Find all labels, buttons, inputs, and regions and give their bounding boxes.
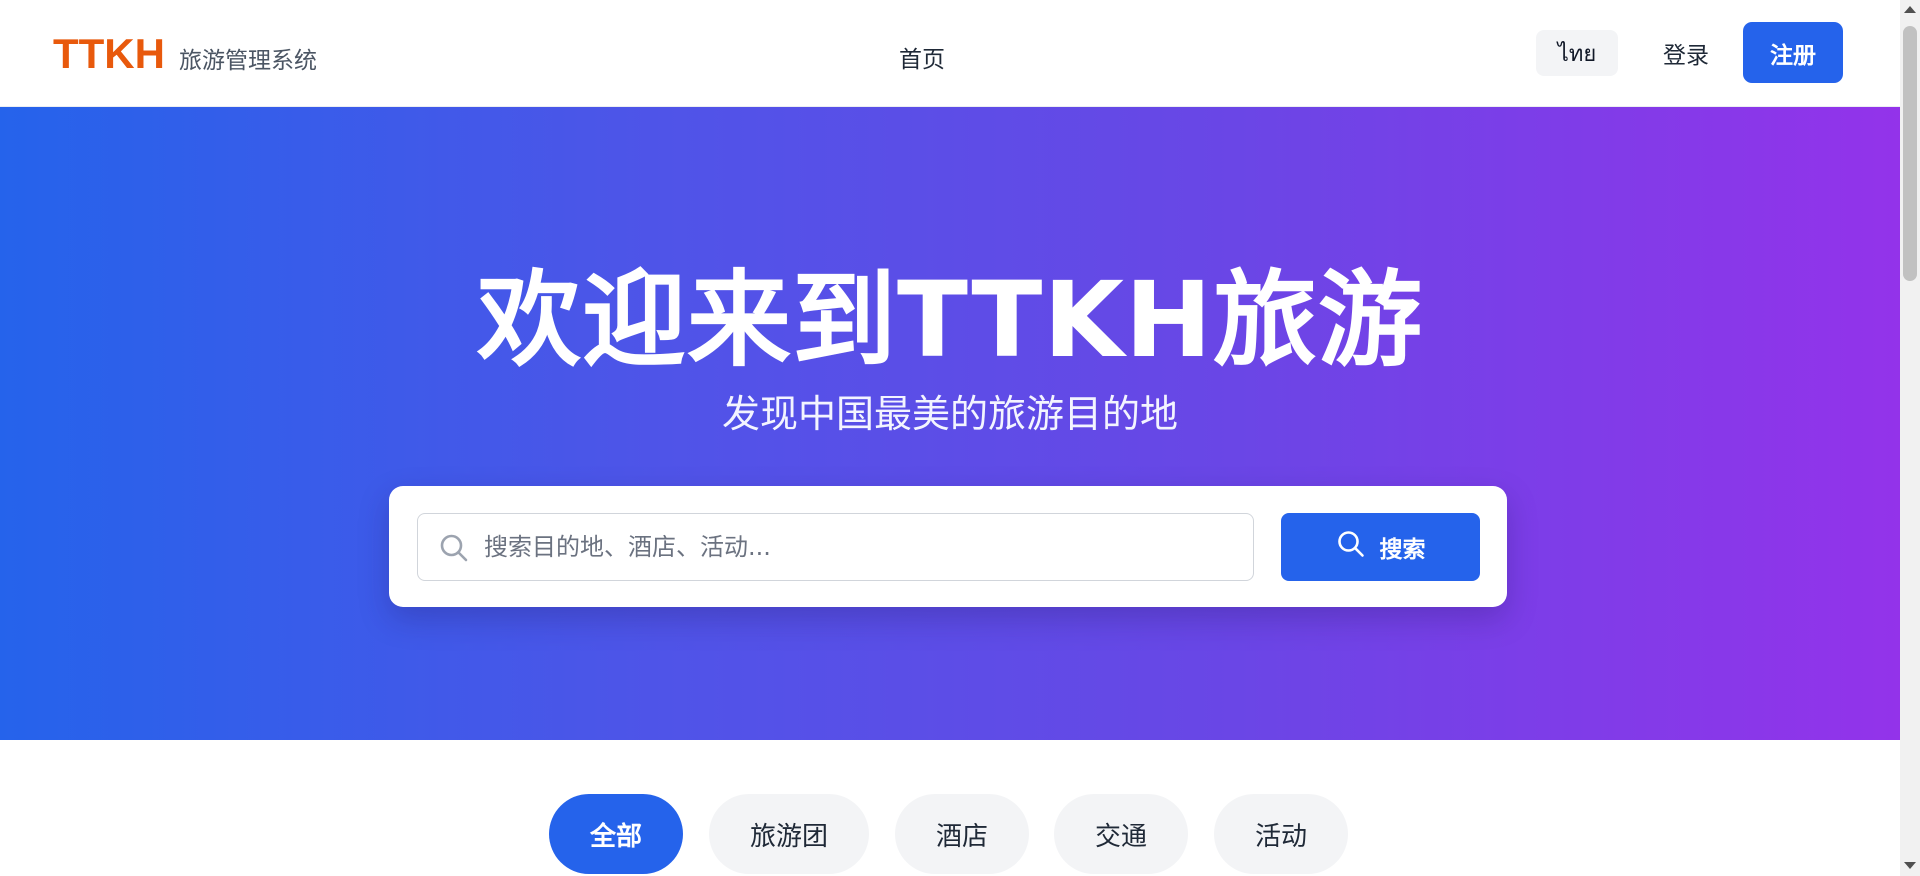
nav-link-home[interactable]: 首页 [899,40,945,74]
scroll-up-arrow-icon[interactable] [1904,6,1916,13]
scroll-down-arrow-icon[interactable] [1904,862,1916,869]
login-button[interactable]: 登录 [1648,30,1724,76]
search-button-label: 搜索 [1379,537,1426,563]
category-tabs: 全部 旅游团 酒店 交通 活动 [0,794,1900,874]
search-button[interactable]: 搜索 [1281,513,1480,581]
search-input[interactable] [484,514,1244,580]
search-field[interactable] [417,513,1254,581]
scrollbar-thumb[interactable] [1903,26,1917,281]
tab-all[interactable]: 全部 [549,794,683,874]
brand[interactable]: TTKH 旅游管理系统 [53,30,317,78]
language-switch-button[interactable]: ไทย [1536,30,1618,76]
hero-banner: 欢迎来到TTKH旅游 发现中国最美的旅游目的地 搜索目的地、酒店、活动... 搜… [0,107,1900,740]
hero-subtitle: 发现中国最美的旅游目的地 [721,392,1178,436]
top-navbar: TTKH 旅游管理系统 首页 ไทย 登录 注册 [0,0,1900,107]
tab-tours[interactable]: 旅游团 [709,794,869,874]
search-icon [438,532,470,564]
tab-hotels[interactable]: 酒店 [895,794,1029,874]
brand-subtitle: 旅游管理系统 [178,48,317,74]
page: TTKH 旅游管理系统 首页 ไทย 登录 注册 欢迎来到TTKH旅游 发现中国… [0,0,1900,876]
vertical-scrollbar[interactable] [1900,0,1920,876]
tab-activities[interactable]: 活动 [1214,794,1348,874]
hero-title: 欢迎来到TTKH旅游 [477,259,1423,381]
brand-logo[interactable]: TTKH [53,30,165,78]
search-icon [1336,529,1366,565]
register-button[interactable]: 注册 [1743,22,1843,83]
tab-transport[interactable]: 交通 [1054,794,1188,874]
search-panel: 搜索 [389,486,1507,607]
